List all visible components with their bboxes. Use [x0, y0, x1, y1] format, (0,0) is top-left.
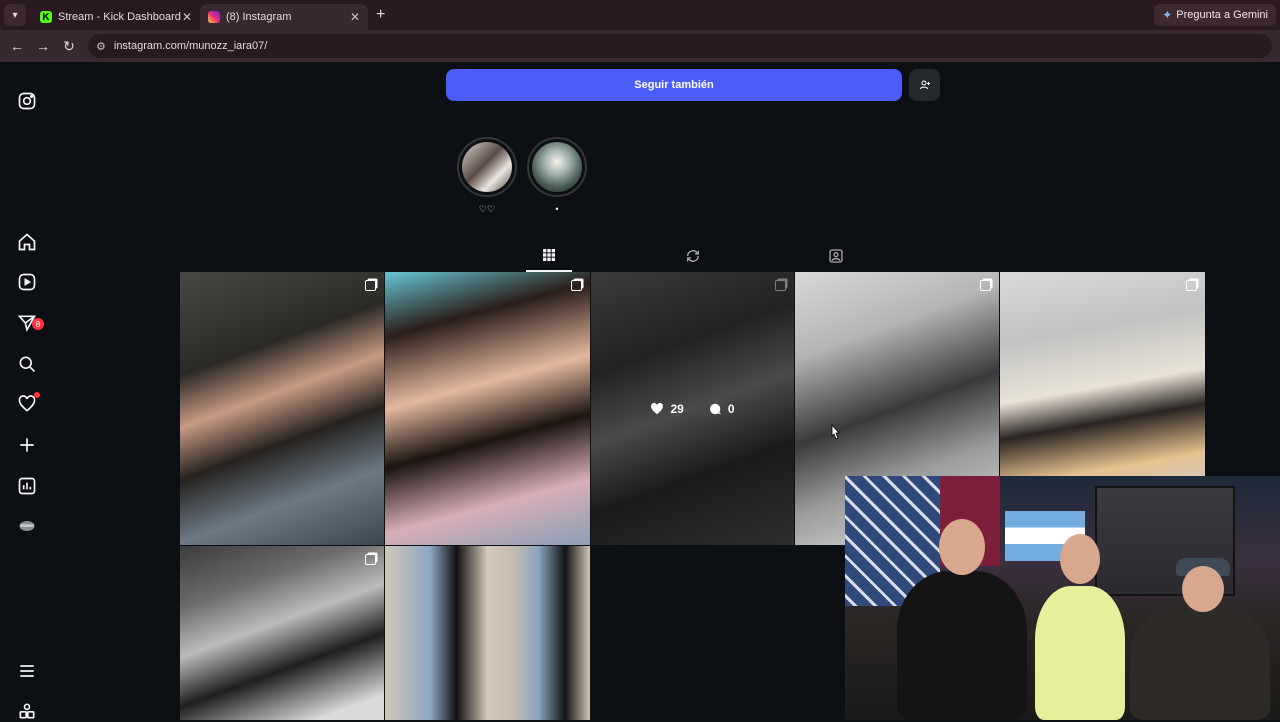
create-icon[interactable]	[16, 434, 38, 456]
site-info-icon[interactable]: ⚙	[96, 40, 106, 53]
carousel-icon	[365, 554, 376, 565]
comment-icon	[709, 403, 721, 414]
post-thumbnail[interactable]	[180, 546, 384, 720]
dashboard-icon[interactable]	[16, 475, 38, 497]
tab-instagram[interactable]: (8) Instagram ✕	[200, 4, 368, 30]
reposts-icon	[687, 250, 699, 262]
instagram-sidebar: 8	[0, 62, 54, 720]
tab-search-icon[interactable]: ▾	[4, 4, 26, 26]
carousel-icon	[1186, 280, 1197, 291]
profile-tabs	[180, 240, 1205, 272]
reels-icon[interactable]	[16, 271, 38, 293]
notifications-icon[interactable]	[16, 392, 40, 415]
post-thumbnail[interactable]	[385, 272, 590, 545]
kick-icon: K	[40, 11, 52, 23]
reload-icon[interactable]: ↻	[56, 38, 82, 55]
webcam-person	[1130, 558, 1270, 720]
post-thumbnail[interactable]: 29 0	[591, 272, 794, 545]
highlight-cover	[462, 142, 512, 192]
follow-back-button[interactable]: Seguir también	[446, 69, 902, 101]
tab-posts[interactable]	[526, 240, 572, 272]
url-text: instagram.com/munozz_iara07/	[113, 40, 268, 52]
webcam-overlay	[845, 476, 1280, 720]
post-hover-overlay: 29 0	[591, 272, 794, 545]
instagram-logo-icon[interactable]	[16, 90, 38, 112]
likes-count: 29	[670, 401, 684, 416]
address-bar: ← → ↻ ⚙ instagram.com/munozz_iara07/	[0, 30, 1280, 62]
carousel-icon	[365, 280, 376, 291]
add-user-icon	[919, 80, 930, 90]
profile-avatar[interactable]	[16, 515, 38, 537]
comments-stat: 0	[708, 402, 735, 416]
browser-tab-bar: ▾ K Stream - Kick Dashboard ✕ (8) Instag…	[0, 0, 1280, 30]
back-icon[interactable]: ←	[4, 38, 30, 54]
comments-count: 0	[727, 401, 735, 416]
story-highlight[interactable]	[457, 137, 517, 197]
forward-icon[interactable]: →	[30, 38, 56, 54]
tagged-icon	[829, 249, 843, 263]
posts-grid-icon	[543, 249, 555, 261]
tab-title: Stream - Kick Dashboard	[58, 11, 181, 23]
home-icon[interactable]	[16, 231, 38, 253]
story-highlight[interactable]	[527, 137, 587, 197]
more-icon[interactable]	[16, 660, 38, 682]
mouse-cursor-icon	[831, 424, 840, 440]
tab-title: (8) Instagram	[226, 11, 292, 23]
post-thumbnail[interactable]	[385, 546, 590, 720]
highlight-label: •	[555, 204, 559, 214]
post-thumbnail[interactable]	[1000, 272, 1205, 476]
carousel-icon	[571, 280, 582, 291]
highlight-label: ♡♡	[478, 204, 496, 214]
highlight-cover	[532, 142, 582, 192]
tab-tagged[interactable]	[813, 240, 859, 272]
carousel-icon	[980, 280, 991, 291]
also-from-meta-icon[interactable]	[16, 700, 38, 722]
gemini-button[interactable]: ✦ Pregunta a Gemini	[1154, 4, 1276, 26]
close-icon[interactable]: ✕	[350, 10, 360, 24]
tab-kick-dashboard[interactable]: K Stream - Kick Dashboard ✕	[32, 4, 200, 30]
url-field[interactable]: ⚙ instagram.com/munozz_iara07/	[88, 34, 1272, 58]
tab-reposts[interactable]	[670, 240, 716, 272]
webcam-person	[1035, 534, 1125, 720]
gemini-icon: ✦	[1162, 8, 1173, 22]
search-icon[interactable]	[16, 353, 38, 375]
instagram-icon	[208, 11, 220, 23]
gemini-label: Pregunta a Gemini	[1176, 9, 1268, 21]
suggested-users-button[interactable]	[909, 69, 940, 101]
notification-dot	[34, 392, 40, 398]
likes-stat: 29	[650, 401, 684, 416]
new-tab-icon[interactable]: +	[376, 6, 385, 24]
webcam-person	[897, 519, 1027, 720]
messages-icon[interactable]: 8	[16, 312, 44, 334]
messages-badge: 8	[32, 318, 44, 330]
post-thumbnail[interactable]	[180, 272, 384, 545]
close-icon[interactable]: ✕	[182, 10, 192, 24]
heart-icon	[651, 402, 664, 414]
